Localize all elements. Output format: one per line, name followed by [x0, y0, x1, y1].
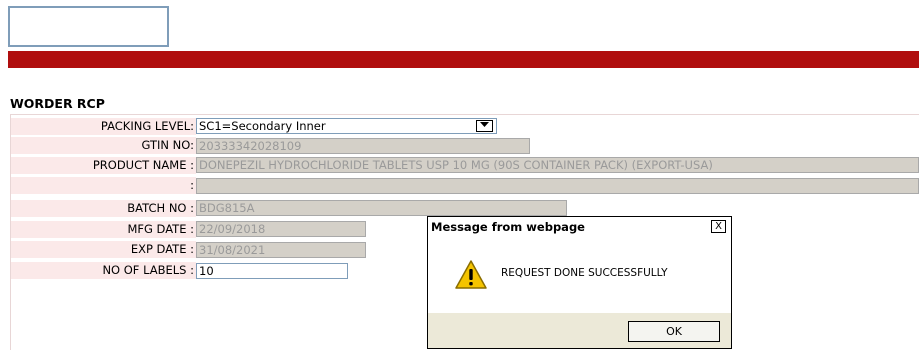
warning-icon	[455, 260, 487, 289]
ok-button[interactable]: OK	[628, 321, 720, 342]
close-icon[interactable]: X	[711, 220, 726, 233]
mfg-date-label: MFG DATE :	[11, 221, 196, 238]
dialog-message: REQUEST DONE SUCCESSFULLY	[501, 267, 668, 279]
gtin-no-label: GTIN NO:	[11, 137, 196, 154]
batch-no-label: BATCH NO :	[11, 200, 196, 217]
dialog-title: Message from webpage	[428, 217, 731, 237]
extra-field[interactable]	[196, 178, 919, 194]
product-name-label: PRODUCT NAME :	[11, 157, 196, 174]
gtin-no-field[interactable]: 20333342028109	[196, 138, 530, 154]
packing-level-label: PACKING LEVEL:	[11, 118, 196, 135]
header-bar	[8, 51, 919, 68]
page-title: WORDER RCP	[10, 96, 105, 111]
dialog-body: REQUEST DONE SUCCESSFULLY	[428, 237, 731, 313]
packing-level-value: SC1=Secondary Inner	[199, 119, 326, 133]
logo-placeholder	[8, 6, 169, 47]
exp-date-label: EXP DATE :	[11, 241, 196, 258]
extra-label: :	[11, 177, 196, 194]
no-of-labels-label: NO OF LABELS :	[11, 262, 196, 279]
batch-no-field[interactable]: BDG815A	[196, 200, 567, 216]
no-of-labels-input[interactable]: 10	[196, 263, 348, 279]
alert-dialog: Message from webpage X REQUEST DONE SUCC…	[427, 216, 732, 349]
exp-date-field[interactable]: 31/08/2021	[196, 242, 366, 258]
chevron-down-icon[interactable]	[476, 120, 493, 132]
product-name-field[interactable]: DONEPEZIL HYDROCHLORIDE TABLETS USP 10 M…	[196, 157, 919, 173]
mfg-date-field[interactable]: 22/09/2018	[196, 221, 366, 237]
packing-level-select[interactable]: SC1=Secondary Inner	[196, 118, 497, 134]
